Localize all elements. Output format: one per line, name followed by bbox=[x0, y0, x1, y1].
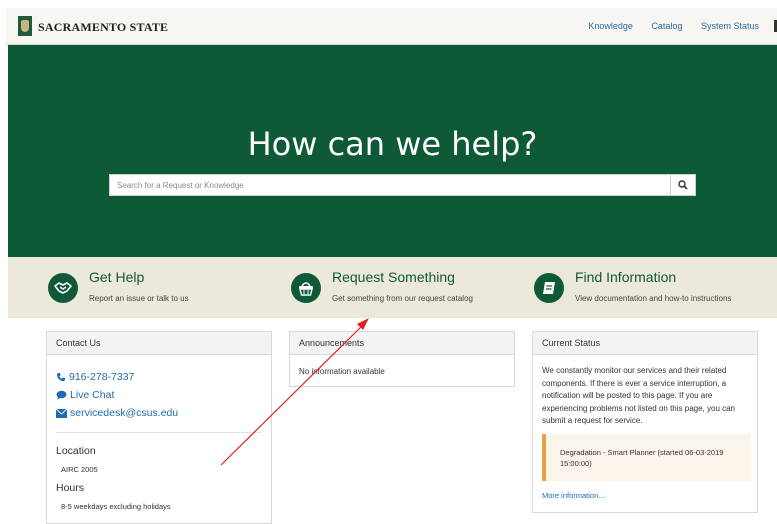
hero-title: How can we help? bbox=[247, 125, 538, 163]
panel-heading: Announcements bbox=[290, 332, 514, 355]
search-bar bbox=[109, 174, 696, 196]
live-chat-label: Live Chat bbox=[70, 389, 115, 401]
site-logo-text[interactable]: SACRAMENTO STATE bbox=[38, 20, 168, 35]
nav-knowledge-link[interactable]: Knowledge bbox=[588, 21, 633, 31]
action-title: Find Information bbox=[575, 269, 677, 285]
announcements-panel: Announcements No information available bbox=[289, 331, 515, 387]
search-input[interactable] bbox=[110, 175, 670, 195]
quick-actions-strip: Get Help Report an issue or talk to us R… bbox=[8, 257, 777, 318]
announcements-empty-text: No information available bbox=[299, 367, 385, 376]
hours-label: Hours bbox=[56, 482, 85, 494]
phone-icon bbox=[57, 373, 65, 382]
action-subtitle: Get something from our request catalog bbox=[332, 294, 473, 303]
location-value: AIRC 2005 bbox=[61, 465, 98, 474]
sac-state-logo-icon[interactable] bbox=[18, 16, 32, 36]
status-description: We constantly monitor our services and t… bbox=[542, 366, 736, 425]
email-link[interactable]: servicedesk@csus.edu bbox=[56, 407, 178, 419]
more-information-link[interactable]: More information... bbox=[542, 491, 605, 500]
top-nav: Knowledge Catalog System Status bbox=[572, 21, 759, 31]
panel-heading: Current Status bbox=[533, 332, 757, 355]
hero-banner: How can we help? bbox=[8, 45, 777, 257]
panel-heading: Contact Us bbox=[47, 332, 271, 355]
chat-bubble-icon bbox=[56, 390, 67, 400]
action-subtitle: View documentation and how-to instructio… bbox=[575, 294, 732, 303]
nav-system-status-link[interactable]: System Status bbox=[701, 21, 759, 31]
action-title: Request Something bbox=[332, 269, 455, 285]
envelope-icon bbox=[56, 408, 67, 418]
action-title: Get Help bbox=[89, 269, 145, 285]
current-status-panel: Current Status We constantly monitor our… bbox=[532, 331, 758, 513]
search-icon bbox=[678, 180, 688, 190]
basket-icon bbox=[291, 273, 321, 303]
status-alert-text: Degradation - Smart Planner (started 06-… bbox=[560, 448, 724, 468]
live-chat-link[interactable]: Live Chat bbox=[56, 389, 114, 401]
phone-number: 916-278-7337 bbox=[69, 371, 135, 383]
status-alert[interactable]: Degradation - Smart Planner (started 06-… bbox=[542, 434, 751, 481]
contact-panel: Contact Us 916-278-7337 Live Chat servic… bbox=[46, 331, 272, 524]
action-subtitle: Report an issue or talk to us bbox=[89, 294, 189, 303]
handshake-icon bbox=[48, 273, 78, 303]
panel-divider bbox=[56, 432, 262, 433]
email-address: servicedesk@csus.edu bbox=[70, 407, 179, 419]
top-navbar: SACRAMENTO STATE Knowledge Catalog Syste… bbox=[6, 8, 777, 45]
nav-catalog-link[interactable]: Catalog bbox=[651, 21, 682, 31]
book-icon bbox=[534, 273, 564, 303]
hours-value: 8-5 weekdays excluding holidays bbox=[61, 502, 171, 511]
phone-link[interactable]: 916-278-7337 bbox=[56, 371, 134, 383]
search-button[interactable] bbox=[670, 175, 695, 195]
location-label: Location bbox=[56, 445, 96, 457]
